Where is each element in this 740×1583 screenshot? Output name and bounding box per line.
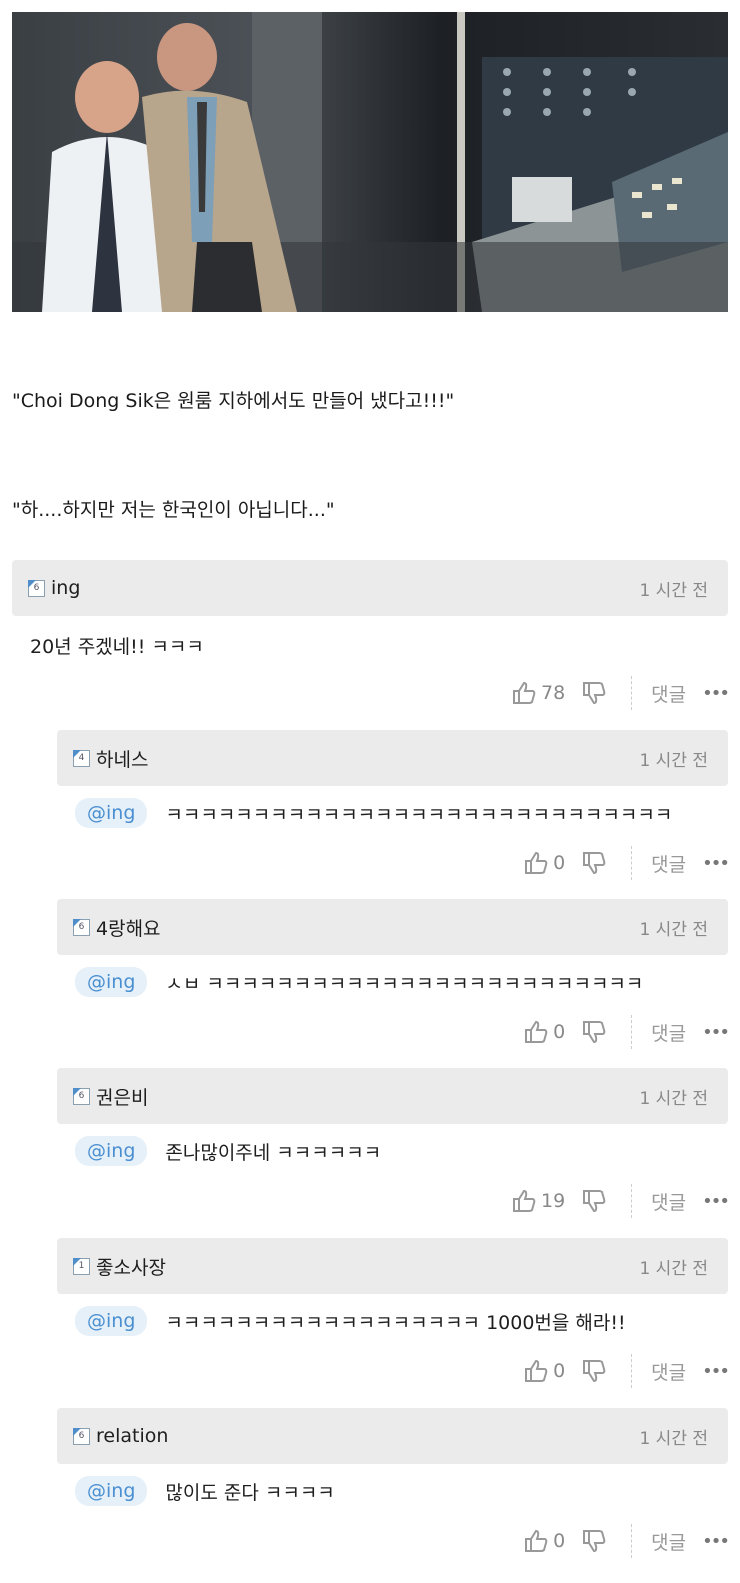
more-options-icon[interactable]: ••• bbox=[702, 853, 730, 874]
reply-username[interactable]: 하네스 bbox=[96, 745, 148, 772]
thumbs-down-icon bbox=[583, 1360, 606, 1383]
reply-button[interactable]: 댓글 bbox=[651, 1358, 686, 1385]
like-button[interactable]: 0 bbox=[523, 1358, 581, 1384]
level-badge: 6 bbox=[28, 579, 45, 597]
reply-header: 4 하네스 1 시간 전 bbox=[57, 730, 728, 786]
reply-actions: 19 댓글 ••• bbox=[511, 1184, 730, 1218]
like-button[interactable]: 19 bbox=[511, 1188, 581, 1214]
comment-actions: 78 댓글 ••• bbox=[511, 676, 730, 710]
reply-username[interactable]: 좋소사장 bbox=[96, 1253, 166, 1280]
like-button[interactable]: 0 bbox=[523, 1019, 581, 1045]
thumbs-up-icon bbox=[512, 681, 536, 704]
thumbs-down-icon bbox=[583, 1530, 606, 1553]
thumbs-down-icon bbox=[583, 1021, 606, 1044]
reply-text: ㅋㅋㅋㅋㅋㅋㅋㅋㅋㅋㅋㅋㅋㅋㅋㅋㅋㅋ 1000번을 해라!! bbox=[165, 1311, 626, 1334]
like-count: 19 bbox=[540, 1190, 566, 1212]
like-button[interactable]: 0 bbox=[523, 1528, 581, 1554]
reply-text-row: @ing 존나많이주네 ㅋㅋㅋㅋㅋㅋ bbox=[75, 1136, 381, 1166]
thumbs-up-icon bbox=[525, 1020, 548, 1043]
reply-time: 1 시간 전 bbox=[639, 750, 708, 771]
more-options-icon[interactable]: ••• bbox=[702, 1361, 730, 1382]
thumbs-down-icon bbox=[583, 682, 606, 705]
thumbs-down-icon bbox=[583, 1190, 606, 1213]
thumbs-up-icon bbox=[525, 851, 548, 874]
reply-time: 1 시간 전 bbox=[639, 1258, 708, 1279]
post-caption-2: "하....하지만 저는 한국인이 아닙니다..." bbox=[12, 499, 335, 521]
mention-tag[interactable]: @ing bbox=[75, 798, 148, 828]
reply-actions: 0 댓글 ••• bbox=[523, 846, 730, 880]
dislike-button[interactable] bbox=[581, 1528, 607, 1554]
dislike-button[interactable] bbox=[581, 850, 607, 876]
reply-actions: 0 댓글 ••• bbox=[523, 1015, 730, 1049]
reply-username[interactable]: 권은비 bbox=[96, 1083, 148, 1110]
reply-text-row: @ing ㅋㅋㅋㅋㅋㅋㅋㅋㅋㅋㅋㅋㅋㅋㅋㅋㅋㅋ 1000번을 해라!! bbox=[75, 1306, 626, 1336]
level-badge: 6 bbox=[73, 1087, 90, 1105]
thumbs-up-icon bbox=[525, 1359, 548, 1382]
like-count: 0 bbox=[553, 1530, 566, 1552]
reply-header: 6 4랑해요 1 시간 전 bbox=[57, 899, 728, 955]
reply-text-row: @ing ㅋㅋㅋㅋㅋㅋㅋㅋㅋㅋㅋㅋㅋㅋㅋㅋㅋㅋㅋㅋㅋㅋㅋㅋㅋㅋㅋㅋㅋ bbox=[75, 798, 672, 828]
reply-text-row: @ing 많이도 준다 ㅋㅋㅋㅋ bbox=[75, 1476, 335, 1506]
like-count: 0 bbox=[553, 852, 566, 874]
thumbs-down-icon bbox=[583, 852, 606, 875]
like-button[interactable]: 0 bbox=[523, 850, 581, 876]
thumbs-up-icon bbox=[512, 1189, 536, 1212]
reply-actions: 0 댓글 ••• bbox=[523, 1524, 730, 1558]
reply-text: ㅅㅂ ㅋㅋㅋㅋㅋㅋㅋㅋㅋㅋㅋㅋㅋㅋㅋㅋㅋㅋㅋㅋㅋㅋㅋㅋㅋ bbox=[165, 972, 644, 995]
more-options-icon[interactable]: ••• bbox=[702, 1191, 730, 1212]
level-badge: 6 bbox=[73, 918, 90, 936]
reply-actions: 0 댓글 ••• bbox=[523, 1354, 730, 1388]
like-count: 0 bbox=[553, 1360, 566, 1382]
reply-button[interactable]: 댓글 bbox=[651, 1019, 686, 1046]
divider bbox=[631, 1184, 633, 1218]
comment-time: 1 시간 전 bbox=[639, 580, 708, 601]
comment-header: 6 ing 1 시간 전 bbox=[12, 560, 728, 616]
divider bbox=[631, 676, 633, 710]
level-badge: 1 bbox=[73, 1257, 90, 1275]
thumbs-up-icon bbox=[525, 1529, 548, 1552]
level-badge: 4 bbox=[73, 749, 90, 767]
mention-tag[interactable]: @ing bbox=[75, 1136, 148, 1166]
mention-tag[interactable]: @ing bbox=[75, 967, 148, 997]
dislike-button[interactable] bbox=[581, 1019, 607, 1045]
reply-button[interactable]: 댓글 bbox=[651, 680, 686, 707]
post-image bbox=[12, 12, 728, 312]
comment-username[interactable]: ing bbox=[51, 577, 80, 599]
dislike-button[interactable] bbox=[581, 1188, 607, 1214]
divider bbox=[631, 1015, 633, 1049]
divider bbox=[631, 846, 633, 880]
mention-tag[interactable]: @ing bbox=[75, 1476, 148, 1506]
reply-header: 6 권은비 1 시간 전 bbox=[57, 1068, 728, 1124]
reply-button[interactable]: 댓글 bbox=[651, 850, 686, 877]
reply-time: 1 시간 전 bbox=[639, 919, 708, 940]
dislike-button[interactable] bbox=[581, 1358, 607, 1384]
reply-text: 존나많이주네 ㅋㅋㅋㅋㅋㅋ bbox=[165, 1141, 382, 1164]
mention-tag[interactable]: @ing bbox=[75, 1306, 148, 1336]
like-count: 0 bbox=[553, 1021, 566, 1043]
more-options-icon[interactable]: ••• bbox=[702, 1531, 730, 1552]
divider bbox=[631, 1354, 633, 1388]
level-badge: 6 bbox=[73, 1427, 90, 1445]
reply-button[interactable]: 댓글 bbox=[651, 1528, 686, 1555]
more-options-icon[interactable]: ••• bbox=[702, 683, 730, 704]
reply-time: 1 시간 전 bbox=[639, 1428, 708, 1449]
reply-button[interactable]: 댓글 bbox=[651, 1188, 686, 1215]
reply-username[interactable]: 4랑해요 bbox=[96, 914, 161, 941]
reply-header: 1 좋소사장 1 시간 전 bbox=[57, 1238, 728, 1294]
reply-username[interactable]: relation bbox=[96, 1425, 168, 1447]
like-button[interactable]: 78 bbox=[511, 680, 581, 706]
dislike-button[interactable] bbox=[581, 680, 607, 706]
more-options-icon[interactable]: ••• bbox=[702, 1022, 730, 1043]
reply-text: 많이도 준다 ㅋㅋㅋㅋ bbox=[165, 1481, 335, 1504]
like-count: 78 bbox=[540, 682, 566, 704]
reply-header: 6 relation 1 시간 전 bbox=[57, 1408, 728, 1464]
reply-time: 1 시간 전 bbox=[639, 1088, 708, 1109]
reply-text: ㅋㅋㅋㅋㅋㅋㅋㅋㅋㅋㅋㅋㅋㅋㅋㅋㅋㅋㅋㅋㅋㅋㅋㅋㅋㅋㅋㅋㅋ bbox=[165, 803, 673, 826]
reply-text-row: @ing ㅅㅂ ㅋㅋㅋㅋㅋㅋㅋㅋㅋㅋㅋㅋㅋㅋㅋㅋㅋㅋㅋㅋㅋㅋㅋㅋㅋ bbox=[75, 967, 643, 997]
post-caption-1: "Choi Dong Sik은 원룸 지하에서도 만들어 냈다고!!!" bbox=[12, 390, 455, 412]
divider bbox=[631, 1524, 633, 1558]
comment-text: 20년 주겠네!! ㅋㅋㅋ bbox=[30, 636, 204, 658]
